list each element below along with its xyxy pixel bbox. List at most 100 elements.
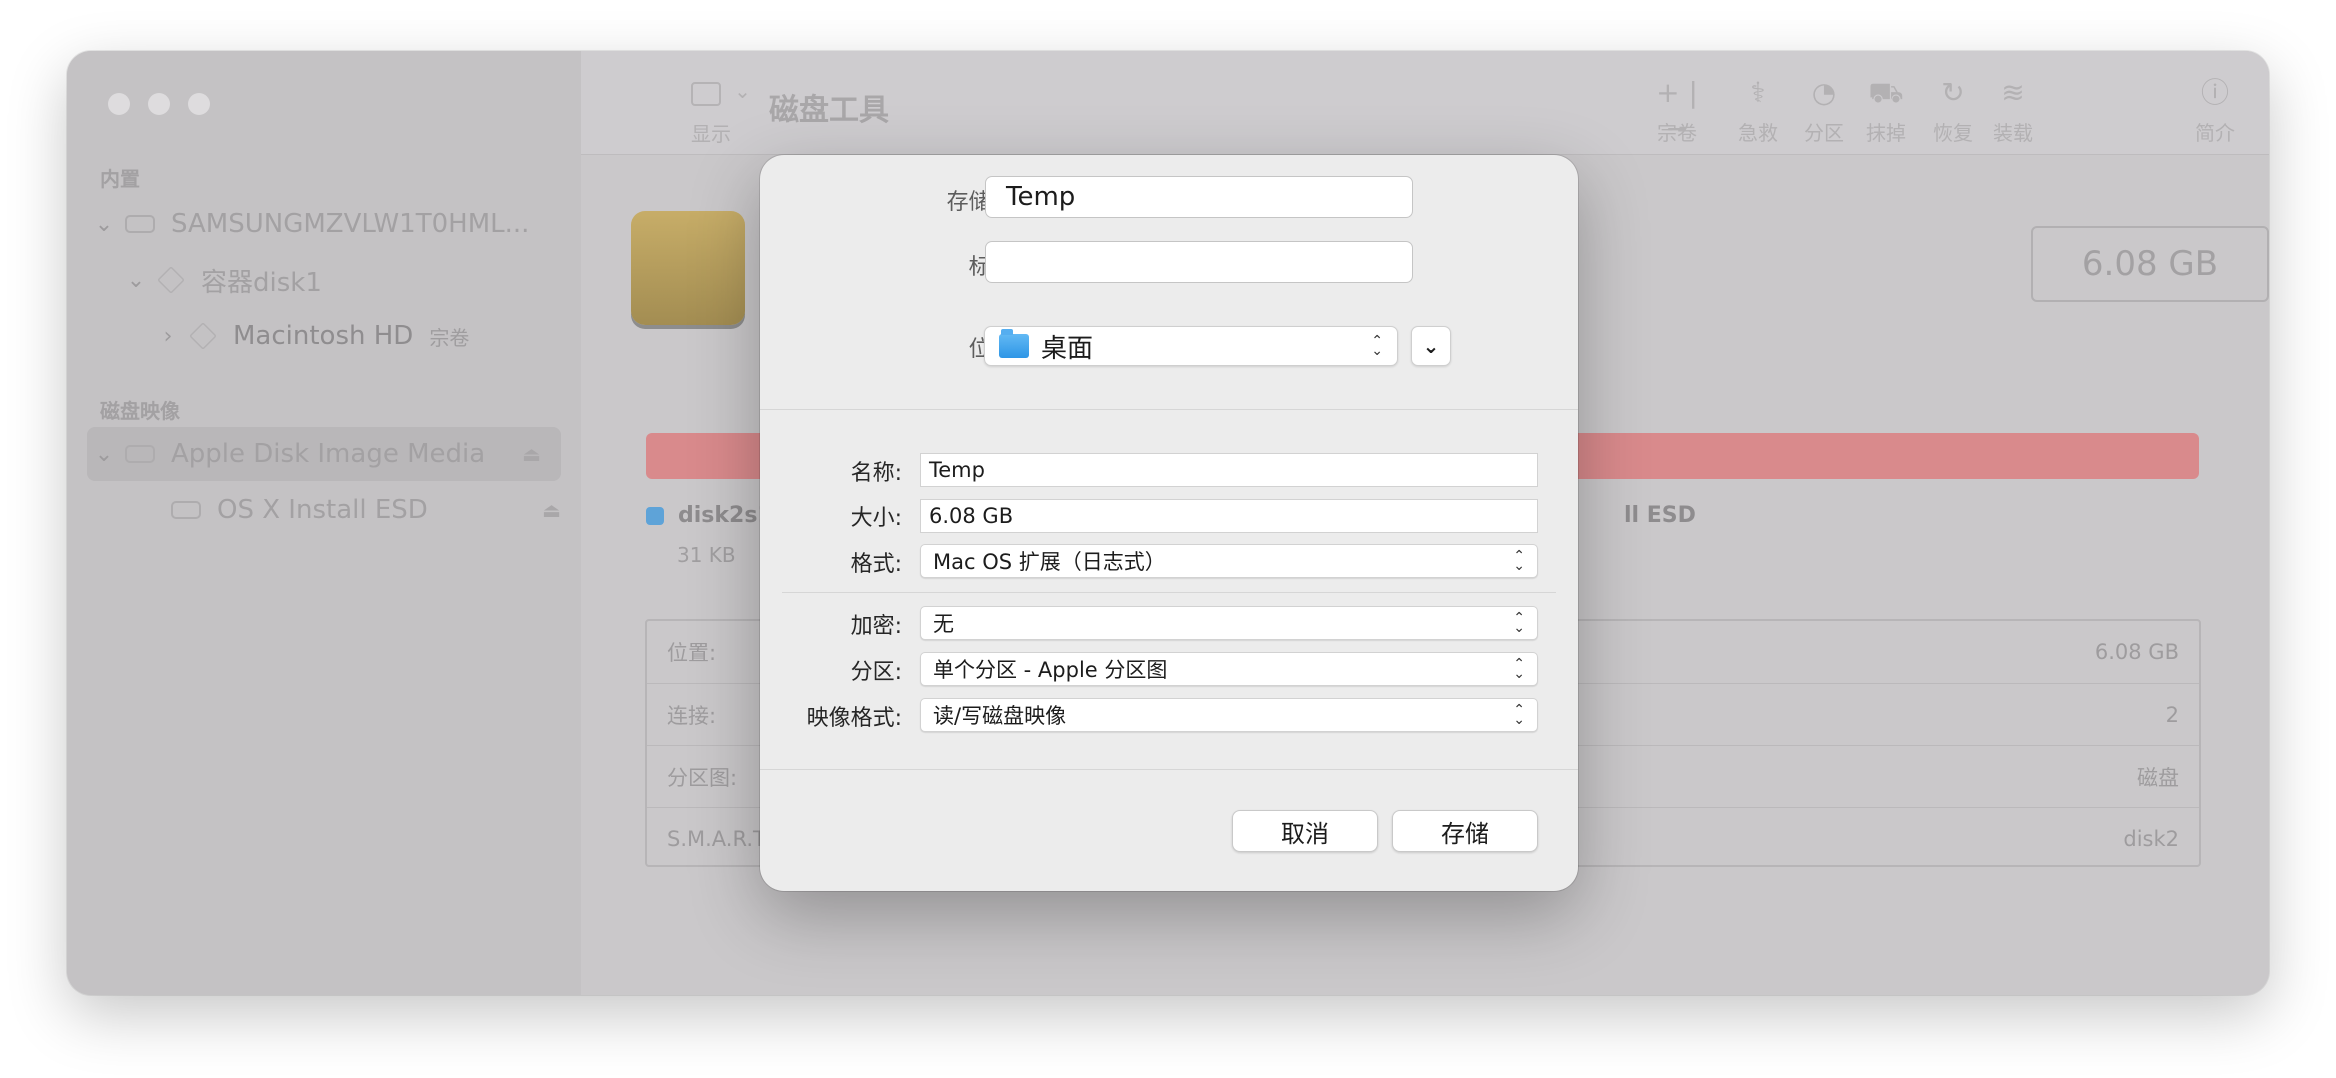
toolbar-label: 急救 (1738, 121, 1778, 145)
chevron-down-icon: ⌄ (734, 79, 751, 103)
partition-label: 分区: (850, 660, 902, 685)
eject-icon[interactable]: ⏏ (542, 498, 561, 522)
cancel-button[interactable]: 取消 (1232, 810, 1378, 852)
internal-drive-icon (125, 215, 155, 233)
toolbar-erase-button[interactable]: ⛟ 抹掉 (1851, 75, 1921, 146)
sidebar-item-container-disk1[interactable]: ⌄ 容器disk1 (67, 253, 581, 307)
location-popup[interactable]: 桌面 ⌃ ⌄ (984, 326, 1398, 366)
sidebar: 内置 ⌄ SAMSUNGMZVLW1T0HML... ⌄ 容器disk1 › M… (67, 51, 581, 995)
expand-dialog-button[interactable]: ⌄ (1411, 326, 1451, 366)
up-down-chevron-icon: ⌃ ⌄ (1513, 548, 1525, 574)
toolbar-partition-button[interactable]: ◔ 分区 (1794, 75, 1854, 146)
partition-popup[interactable]: 单个分区 - Apple 分区图 ⌃ ⌄ (920, 652, 1538, 686)
mount-icon: ≋ (2001, 76, 2025, 109)
stethoscope-icon: ⚕ (1750, 76, 1766, 109)
encryption-popup[interactable]: 无 ⌃ ⌄ (920, 606, 1538, 640)
divider (782, 592, 1556, 593)
close-window-button[interactable] (108, 93, 130, 115)
info-label: 连接: (667, 703, 717, 728)
info-value: 磁盘 (2137, 765, 2179, 790)
format-label: 格式: (850, 552, 902, 577)
save-image-dialog: 存储为: Temp 标签: 位置: 桌面 ⌃⌄ ⌄ 名称: Temp 大小: 6… (760, 155, 1578, 891)
pie-icon: ◔ (1811, 76, 1837, 109)
minimize-window-button[interactable] (148, 93, 170, 115)
up-down-chevron-icon: ⌃ ⌄ (1513, 702, 1525, 728)
divider (760, 769, 1578, 770)
app-title: 磁盘工具 (769, 93, 889, 128)
tags-input[interactable] (985, 241, 1413, 283)
sidebar-item-label: Macintosh HD (233, 321, 414, 351)
toolbar-label: 恢复 (1933, 121, 1973, 145)
up-down-chevron-icon: ⌃ ⌄ (1513, 610, 1525, 636)
chevron-down-icon[interactable]: ⌄ (121, 268, 151, 293)
car-icon: ⛟ (1868, 76, 1904, 109)
sidebar-view-icon (691, 81, 721, 106)
legend-size: 31 KB (677, 543, 736, 567)
image-format-popup[interactable]: 读/写磁盘映像 ⌃ ⌄ (920, 698, 1538, 732)
size-label: 大小: (850, 506, 902, 531)
toolbar-mount-button[interactable]: ≋ 装载 (1983, 75, 2043, 146)
info-label: S.M.A.R.T (667, 826, 766, 851)
disk-image-icon (631, 211, 745, 325)
sidebar-item-label: OS X Install ESD (217, 495, 428, 525)
info-label: 分区图: (667, 765, 738, 790)
toolbar: ⌄ 显示 磁盘工具 + | − 宗卷 ⚕ 急救 ◔ 分区 ⛟ 抹掉 ↻ 恢复 ≋… (581, 51, 2269, 155)
sidebar-item-macintosh-hd[interactable]: › Macintosh HD 宗卷 (67, 309, 581, 363)
toolbar-restore-button[interactable]: ↻ 恢复 (1923, 75, 1983, 146)
encryption-label: 加密: (850, 614, 902, 639)
plus-minus-icon: + | − (1656, 76, 1698, 145)
sidebar-item-label: SAMSUNGMZVLW1T0HML... (171, 209, 530, 239)
zoom-window-button[interactable] (188, 93, 210, 115)
chevron-down-icon[interactable]: ⌄ (89, 442, 119, 467)
info-value: 2 (2165, 702, 2179, 727)
up-down-chevron-icon: ⌃ ⌄ (1371, 333, 1383, 359)
toolbar-label: 简介 (2195, 121, 2235, 145)
volume-badge: 宗卷 (429, 325, 470, 350)
toolbar-label: 分区 (1804, 121, 1844, 145)
save-button[interactable]: 存储 (1392, 810, 1538, 852)
chevron-down-icon[interactable]: ⌄ (89, 212, 119, 237)
image-format-label: 映像格式: (806, 706, 902, 731)
volume-stack-icon (189, 322, 217, 350)
legend-disk2s1: disk2s1 (646, 503, 773, 528)
eject-icon[interactable]: ⏏ (522, 442, 541, 466)
sidebar-item-samsung-drive[interactable]: ⌄ SAMSUNGMZVLW1T0HML... (67, 197, 581, 251)
toolbar-label: 抹掉 (1866, 121, 1906, 145)
restore-icon: ↻ (1941, 76, 1965, 109)
format-popup[interactable]: Mac OS 扩展（日志式） ⌃ ⌄ (920, 544, 1538, 578)
toolbar-info-button[interactable]: ⓘ 简介 (2185, 75, 2245, 146)
legend-name-right: ll ESD (1624, 503, 1696, 528)
info-label: 位置: (667, 641, 717, 665)
sidebar-item-apple-disk-image-media[interactable]: ⌄ Apple Disk Image Media ⏏ (87, 427, 561, 481)
legend-name: disk2s1 (678, 503, 773, 528)
sidebar-item-label: Apple Disk Image Media (171, 439, 486, 469)
divider (760, 409, 1578, 410)
legend-swatch (646, 506, 664, 525)
capacity-badge: 6.08 GB (2031, 226, 2269, 302)
sidebar-item-os-x-install-esd[interactable]: OS X Install ESD ⏏ (67, 483, 581, 537)
chevron-down-icon: ⌄ (1422, 334, 1440, 358)
info-value: 6.08 GB (2094, 640, 2179, 664)
folder-icon (999, 329, 1029, 358)
name-field[interactable]: Temp (920, 453, 1538, 487)
encryption-value: 无 (933, 612, 954, 636)
toolbar-first-aid-button[interactable]: ⚕ 急救 (1728, 75, 1788, 146)
view-label: 显示 (691, 121, 731, 146)
toolbar-label: 宗卷 (1657, 121, 1697, 145)
sidebar-section-disk-images: 磁盘映像 (100, 399, 180, 423)
sidebar-section-internal: 内置 (100, 167, 140, 191)
chevron-right-icon[interactable]: › (153, 324, 183, 349)
info-icon: ⓘ (2200, 76, 2229, 109)
image-format-value: 读/写磁盘映像 (933, 704, 1067, 728)
up-down-chevron-icon: ⌃ ⌄ (1513, 656, 1525, 682)
toolbar-volume-button[interactable]: + | − 宗卷 (1644, 75, 1710, 146)
save-as-input[interactable]: Temp (985, 176, 1413, 218)
format-value: Mac OS 扩展（日志式） (933, 550, 1166, 574)
partition-value: 单个分区 - Apple 分区图 (933, 658, 1168, 682)
size-field[interactable]: 6.08 GB (920, 499, 1538, 533)
sidebar-item-label: 容器disk1 (201, 267, 322, 298)
name-label: 名称: (850, 461, 902, 486)
view-toggle[interactable]: ⌄ 显示 (691, 79, 751, 147)
disk-image-drive-icon (125, 445, 155, 463)
info-value: disk2 (2123, 826, 2179, 851)
